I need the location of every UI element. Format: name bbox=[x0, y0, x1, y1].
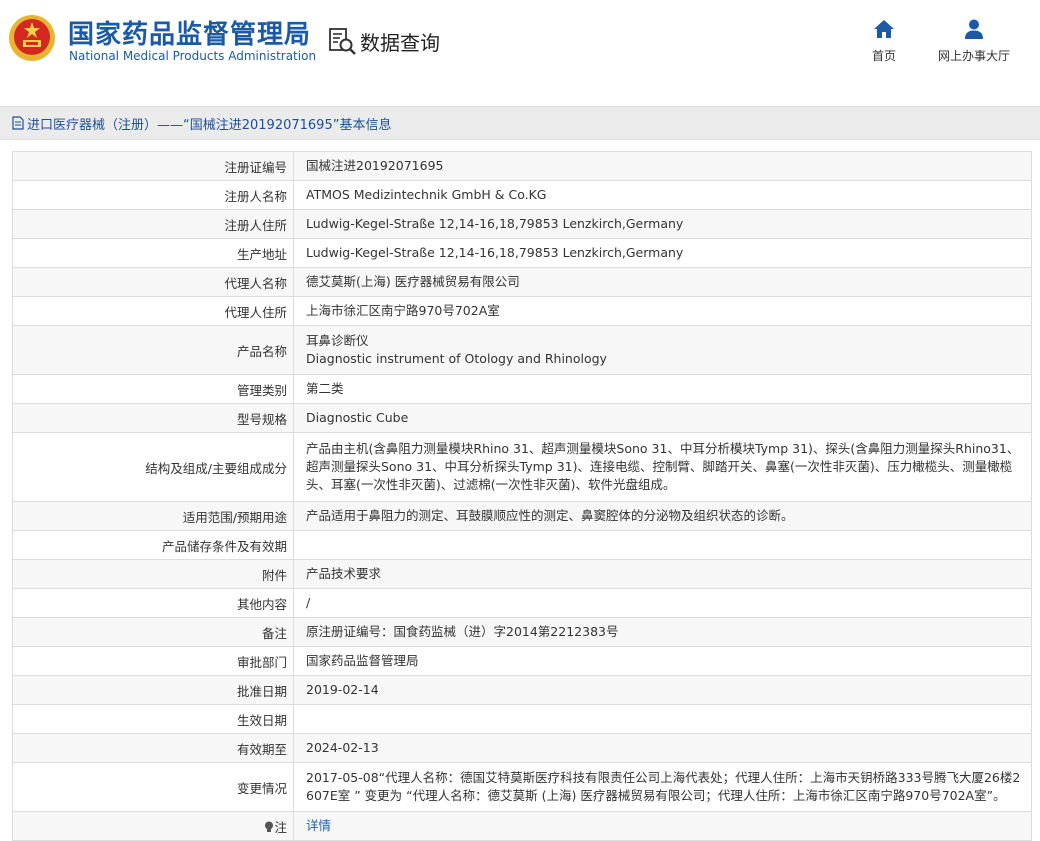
nav-home[interactable]: 首页 bbox=[872, 18, 896, 64]
table-row: 批准日期 2019-02-14 bbox=[12, 675, 1032, 705]
details-link[interactable]: 详情 bbox=[306, 818, 331, 833]
record-title-bar: 进口医疗器械（注册）——“国械注进20192071695”基本信息 bbox=[0, 106, 1040, 140]
field-label: 注 bbox=[274, 819, 287, 835]
agency-name-en: National Medical Products Administration bbox=[69, 49, 317, 63]
field-value: ATMOS Medizintechnik GmbH & Co.KG bbox=[293, 180, 1032, 210]
table-row: 型号规格 Diagnostic Cube bbox=[12, 403, 1032, 433]
table-row: 结构及组成/主要组成成分 产品由主机(含鼻阻力测量模块Rhino 31、超声测量… bbox=[12, 432, 1032, 502]
field-label: 注册人名称 bbox=[12, 180, 294, 210]
field-value: Diagnostic Cube bbox=[293, 403, 1032, 433]
field-label: 生产地址 bbox=[12, 238, 294, 268]
field-value: 产品由主机(含鼻阻力测量模块Rhino 31、超声测量模块Sono 31、中耳分… bbox=[293, 432, 1032, 502]
field-label: 型号规格 bbox=[12, 403, 294, 433]
field-label: 结构及组成/主要组成成分 bbox=[12, 432, 294, 502]
table-row: 代理人名称 德艾莫斯(上海) 医疗器械贸易有限公司 bbox=[12, 267, 1032, 297]
field-value: Ludwig-Kegel-Straße 12,14-16,18,79853 Le… bbox=[293, 238, 1032, 268]
nav-online-office[interactable]: 网上办事大厅 bbox=[938, 18, 1010, 64]
note-label-cell: 注 bbox=[12, 811, 294, 841]
field-value: / bbox=[293, 588, 1032, 618]
field-value: Ludwig-Kegel-Straße 12,14-16,18,79853 Le… bbox=[293, 209, 1032, 239]
field-value: 耳鼻诊断仪 Diagnostic instrument of Otology a… bbox=[293, 325, 1032, 375]
field-value: 详情 bbox=[293, 811, 1032, 841]
search-document-icon bbox=[329, 28, 356, 55]
agency-name-cn: 国家药品监督管理局 bbox=[68, 20, 312, 50]
record-title: 进口医疗器械（注册）——“国械注进20192071695”基本信息 bbox=[27, 117, 392, 133]
field-value: 国家药品监督管理局 bbox=[293, 646, 1032, 676]
table-row: 产品储存条件及有效期 bbox=[12, 530, 1032, 560]
field-value: 产品适用于鼻阻力的测定、耳鼓膜顺应性的测定、鼻窦腔体的分泌物及组织状态的诊断。 bbox=[293, 501, 1032, 531]
field-label: 适用范围/预期用途 bbox=[12, 501, 294, 531]
nav-home-label: 首页 bbox=[872, 49, 897, 63]
field-value: 德艾莫斯(上海) 医疗器械贸易有限公司 bbox=[293, 267, 1032, 297]
field-value: 产品技术要求 bbox=[293, 559, 1032, 589]
document-icon bbox=[12, 116, 24, 130]
table-row: 代理人住所 上海市徐汇区南宁路970号702A室 bbox=[12, 296, 1032, 326]
data-query-section: 数据查询 bbox=[328, 26, 440, 56]
site-header: 国家药品监督管理局 National Medical Products Admi… bbox=[0, 0, 1040, 88]
field-value: 国械注进20192071695 bbox=[293, 151, 1032, 181]
field-label: 生效日期 bbox=[12, 704, 294, 734]
field-value: 2017-05-08“代理人名称：德国艾特莫斯医疗科技有限责任公司上海代表处；代… bbox=[293, 762, 1032, 812]
table-row: 注 详情 bbox=[12, 811, 1032, 841]
user-icon bbox=[965, 19, 983, 39]
table-row: 变更情况 2017-05-08“代理人名称：德国艾特莫斯医疗科技有限责任公司上海… bbox=[12, 762, 1032, 812]
table-row: 其他内容 / bbox=[12, 588, 1032, 618]
field-label: 注册人住所 bbox=[12, 209, 294, 239]
field-label: 审批部门 bbox=[12, 646, 294, 676]
field-value bbox=[293, 530, 1032, 560]
field-value: 2024-02-13 bbox=[293, 733, 1032, 763]
field-label: 有效期至 bbox=[12, 733, 294, 763]
table-row: 有效期至 2024-02-13 bbox=[12, 733, 1032, 763]
national-emblem-icon bbox=[9, 15, 55, 61]
table-row: 注册证编号 国械注进20192071695 bbox=[12, 151, 1032, 181]
table-row: 管理类别 第二类 bbox=[12, 374, 1032, 404]
field-label: 备注 bbox=[12, 617, 294, 647]
field-label: 代理人住所 bbox=[12, 296, 294, 326]
table-row: 附件 产品技术要求 bbox=[12, 559, 1032, 589]
field-label: 代理人名称 bbox=[12, 267, 294, 297]
table-row: 注册人名称 ATMOS Medizintechnik GmbH & Co.KG bbox=[12, 180, 1032, 210]
field-label: 其他内容 bbox=[12, 588, 294, 618]
field-label: 产品名称 bbox=[12, 325, 294, 375]
registration-info-table: 注册证编号 国械注进20192071695 注册人名称 ATMOS Medizi… bbox=[12, 151, 1032, 841]
field-label: 管理类别 bbox=[12, 374, 294, 404]
data-query-title: 数据查询 bbox=[360, 30, 440, 55]
bulb-icon bbox=[265, 821, 274, 832]
table-row: 适用范围/预期用途 产品适用于鼻阻力的测定、耳鼓膜顺应性的测定、鼻窦腔体的分泌物… bbox=[12, 501, 1032, 531]
field-value: 原注册证编号：国食药监械（进）字2014第2212383号 bbox=[293, 617, 1032, 647]
field-label: 产品储存条件及有效期 bbox=[12, 530, 294, 560]
product-name-en: Diagnostic instrument of Otology and Rhi… bbox=[306, 351, 607, 366]
table-row: 注册人住所 Ludwig-Kegel-Straße 12,14-16,18,79… bbox=[12, 209, 1032, 239]
table-row: 产品名称 耳鼻诊断仪 Diagnostic instrument of Otol… bbox=[12, 325, 1032, 375]
field-value bbox=[293, 704, 1032, 734]
table-row: 备注 原注册证编号：国食药监械（进）字2014第2212383号 bbox=[12, 617, 1032, 647]
product-name-cn: 耳鼻诊断仪 bbox=[306, 333, 369, 348]
nav-online-office-label: 网上办事大厅 bbox=[938, 49, 1011, 63]
field-value: 上海市徐汇区南宁路970号702A室 bbox=[293, 296, 1032, 326]
table-row: 审批部门 国家药品监督管理局 bbox=[12, 646, 1032, 676]
table-row: 生效日期 bbox=[12, 704, 1032, 734]
home-icon bbox=[874, 20, 894, 38]
field-label: 注册证编号 bbox=[12, 151, 294, 181]
field-value: 2019-02-14 bbox=[293, 675, 1032, 705]
field-value: 第二类 bbox=[293, 374, 1032, 404]
table-row: 生产地址 Ludwig-Kegel-Straße 12,14-16,18,798… bbox=[12, 238, 1032, 268]
field-label: 批准日期 bbox=[12, 675, 294, 705]
field-label: 变更情况 bbox=[12, 762, 294, 812]
field-label: 附件 bbox=[12, 559, 294, 589]
